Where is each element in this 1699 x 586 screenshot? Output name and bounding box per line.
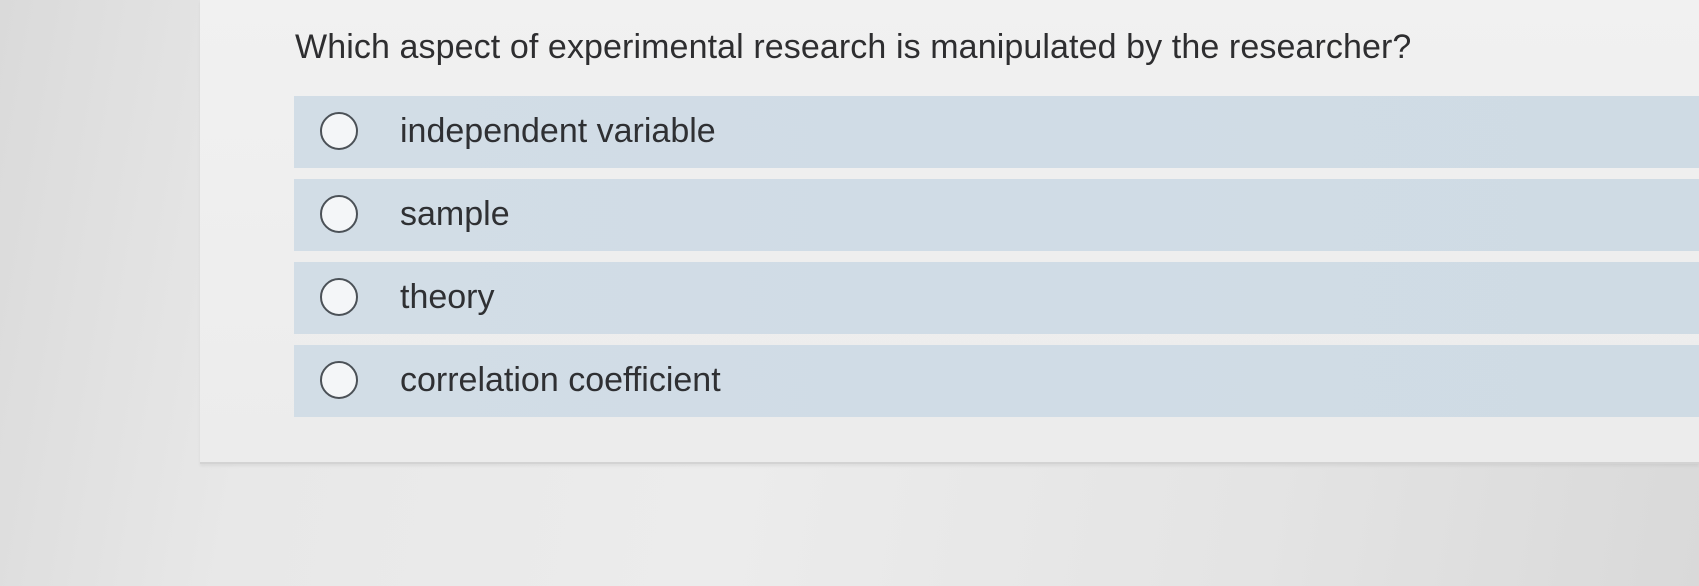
answer-option-independent-variable[interactable]: independent variable [294, 96, 1699, 168]
radio-button-icon[interactable] [320, 361, 358, 399]
question-text: Which aspect of experimental research is… [295, 28, 1412, 66]
answer-options: independent variable sample theory corre… [294, 96, 1699, 428]
answer-option-sample[interactable]: sample [294, 179, 1699, 251]
answer-option-label: theory [400, 278, 495, 316]
radio-button-icon[interactable] [320, 278, 358, 316]
answer-option-theory[interactable]: theory [294, 262, 1699, 334]
answer-option-label: sample [400, 195, 510, 233]
radio-button-icon[interactable] [320, 195, 358, 233]
answer-option-label: independent variable [400, 112, 716, 150]
radio-button-icon[interactable] [320, 112, 358, 150]
answer-option-correlation-coefficient[interactable]: correlation coefficient [294, 345, 1699, 417]
answer-option-label: correlation coefficient [400, 361, 721, 399]
